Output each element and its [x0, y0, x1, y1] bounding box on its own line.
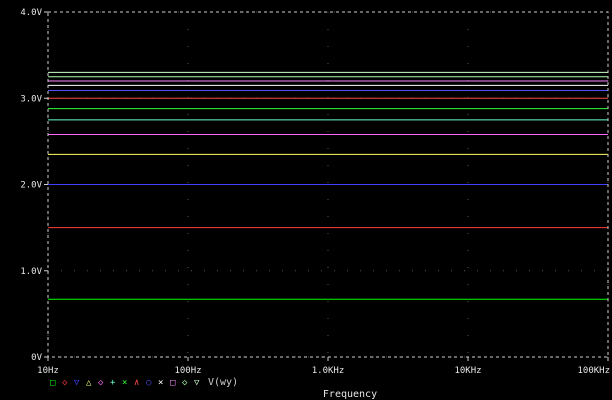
y-axis-ticks: 0V 1.0V 2.0V 3.0V 4.0V	[20, 8, 48, 363]
legend-marker-13: ▽	[194, 378, 200, 388]
x-tick-label: 10KHz	[454, 366, 481, 376]
y-tick-label: 4.0V	[20, 8, 42, 18]
x-tick-label: 10Hz	[37, 366, 59, 376]
y-tick-label: 3.0V	[20, 94, 42, 104]
legend-marker-2: ◇	[62, 378, 68, 388]
y-tick-label: 1.0V	[20, 267, 42, 277]
legend: V(wy) □ ◇ ▽ △ ◇ + × ∧ ○ × □ ◇ ▽	[50, 377, 238, 388]
y-tick-label: 0V	[31, 353, 42, 363]
x-axis-ticks: 10Hz 100Hz 1.0KHz 10KHz 100KHz	[37, 357, 610, 376]
frequency-response-chart: 0V1.0V2.0V3.0V4.0V 10Hz 100Hz 1.0KHz 10KHz 1…	[20, 8, 610, 400]
legend-marker-11: □	[170, 378, 176, 388]
legend-marker-4: △	[86, 378, 92, 388]
legend-marker-7: ×	[122, 378, 127, 388]
legend-marker-8: ∧	[134, 378, 139, 388]
legend-marker-3: ▽	[74, 378, 80, 388]
legend-marker-1: □	[50, 378, 56, 388]
legend-marker-6: +	[110, 378, 116, 388]
legend-marker-9: ○	[146, 378, 152, 388]
legend-marker-12: ◇	[182, 378, 188, 388]
legend-marker-10: ×	[158, 378, 163, 388]
legend-marker-5: ◇	[98, 378, 104, 388]
x-tick-label: 100Hz	[174, 366, 201, 376]
x-tick-label: 100KHz	[577, 366, 610, 376]
legend-label: V(wy)	[208, 377, 238, 388]
series-lines	[48, 71, 608, 300]
x-axis-label: Frequency	[323, 389, 377, 400]
y-tick-label: 2.0V	[20, 181, 42, 191]
x-tick-label: 1.0KHz	[312, 366, 345, 376]
